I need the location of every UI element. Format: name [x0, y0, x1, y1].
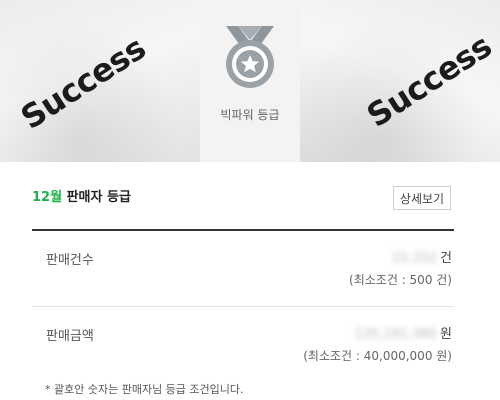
sales-count-value: 15,152 건: [392, 247, 452, 266]
sales-amount-condition: (최소조건 : 40,000,000 원): [303, 349, 452, 363]
sales-amount-value: 135,191,380 원: [354, 323, 452, 342]
sales-amount-unit: 원: [440, 327, 452, 342]
row-divider: [32, 306, 454, 307]
section-divider: [32, 229, 454, 231]
grade-title: 12월 판매자 등급: [32, 186, 131, 205]
grade-banner: Success 빅파워 등급 Success: [0, 0, 500, 162]
sales-count-number: 15,152: [391, 251, 438, 266]
success-photo-text: Success: [14, 28, 153, 137]
detail-view-button[interactable]: 상세보기: [393, 186, 451, 210]
success-photo-left: Success: [0, 0, 200, 162]
grade-footnote: * 괄호안 숫자는 판매자님 등급 조건입니다.: [45, 383, 244, 396]
grade-badge-panel: 빅파워 등급: [200, 0, 300, 162]
grade-title-text: 판매자 등급: [66, 190, 131, 205]
sales-count-unit: 건: [440, 251, 452, 266]
sales-amount-label: 판매금액: [46, 329, 94, 344]
medal-star-icon: [226, 26, 274, 88]
sales-count-condition: (최소조건 : 500 건): [349, 273, 452, 287]
sales-count-label: 판매건수: [46, 253, 94, 268]
success-photo-text: Success: [360, 26, 499, 135]
grade-month: 12월: [32, 190, 63, 205]
grade-badge-label: 빅파워 등급: [220, 108, 280, 122]
success-photo-right: Success: [300, 0, 500, 162]
sales-amount-number: 135,191,380: [354, 327, 438, 342]
